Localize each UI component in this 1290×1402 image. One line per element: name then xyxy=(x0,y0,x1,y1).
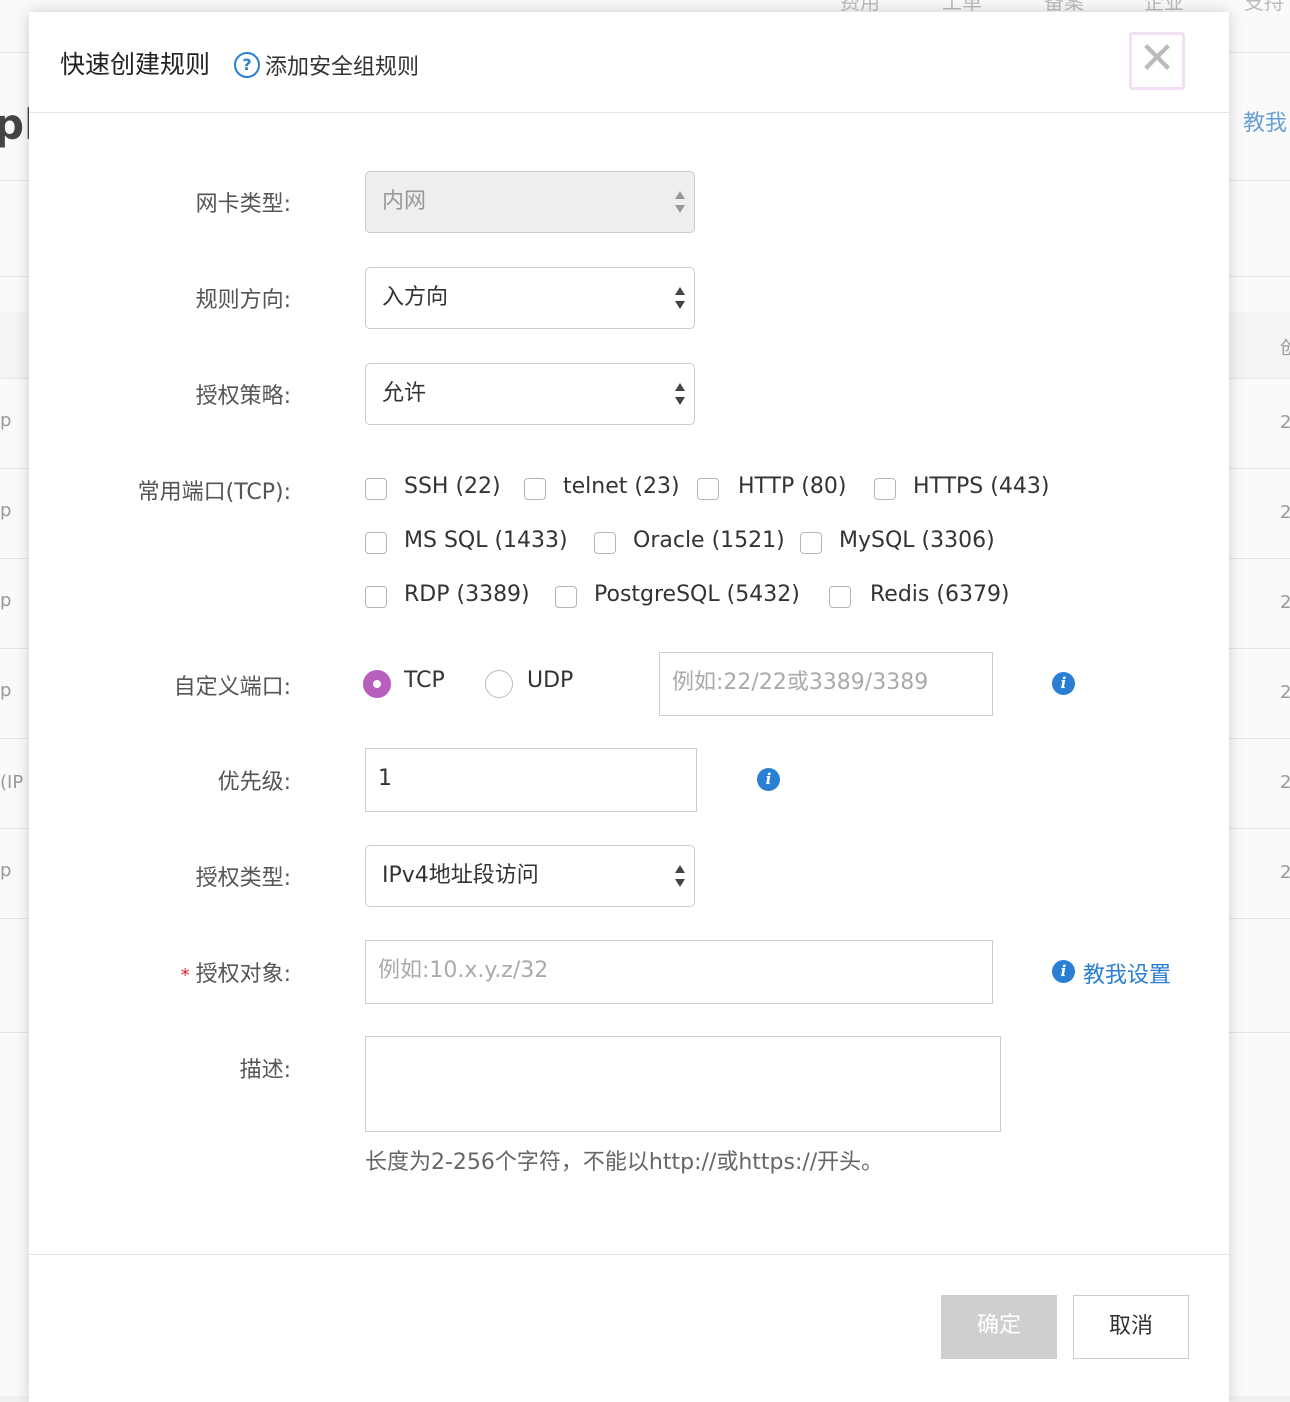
description-label: 描述: xyxy=(239,1058,291,1083)
auth-type-select[interactable]: IPv4地址段访问 xyxy=(365,845,695,907)
nav-item-support[interactable]: 支持 xyxy=(1244,0,1284,15)
port-checkbox-https[interactable] xyxy=(874,478,896,500)
footer-divider xyxy=(29,1254,1229,1255)
port-checkbox-mysql[interactable] xyxy=(800,532,822,554)
policy-label: 授权策略: xyxy=(195,384,291,409)
dialog-title: 快速创建规则 xyxy=(60,50,211,79)
port-label-rdp: RDP (3389) xyxy=(404,582,530,607)
custom-port-info-icon[interactable]: i xyxy=(1052,672,1075,695)
description-textarea[interactable] xyxy=(365,1036,1001,1132)
background-cell: 2 xyxy=(1280,502,1290,523)
port-checkbox-mssql[interactable] xyxy=(365,532,387,554)
port-label-http: HTTP (80) xyxy=(738,474,847,499)
auth-object-label: 授权对象: xyxy=(195,962,291,987)
port-label-oracle: Oracle (1521) xyxy=(633,528,785,553)
teach-info-icon[interactable]: i xyxy=(1052,960,1075,983)
teach-me-setup-link[interactable]: 教我设置 xyxy=(1083,957,1171,989)
select-arrows-icon xyxy=(675,865,685,887)
nic-type-label: 网卡类型: xyxy=(195,192,291,217)
port-label-mysql: MySQL (3306) xyxy=(839,528,995,553)
port-checkbox-http[interactable] xyxy=(697,478,719,500)
policy-select[interactable]: 允许 xyxy=(365,363,695,425)
direction-select[interactable]: 入方向 xyxy=(365,267,695,329)
direction-value: 入方向 xyxy=(382,285,449,310)
nic-type-value: 内网 xyxy=(382,189,427,214)
port-checkbox-postgresql[interactable] xyxy=(555,586,577,608)
udp-radio[interactable] xyxy=(485,670,513,698)
auth-object-label-row: * 授权对象: xyxy=(29,956,291,988)
port-label-postgresql: PostgreSQL (5432) xyxy=(594,582,800,607)
select-arrows-icon xyxy=(675,287,685,309)
background-cell: 2 xyxy=(1280,592,1290,613)
help-icon[interactable]: ? xyxy=(234,52,260,78)
auth-type-label: 授权类型: xyxy=(195,866,291,891)
priority-input[interactable]: 1 xyxy=(365,748,697,812)
port-label-redis: Redis (6379) xyxy=(870,582,1010,607)
background-teach-link[interactable]: 教我 xyxy=(1243,105,1287,137)
close-icon[interactable]: ✕ xyxy=(1129,32,1185,90)
port-checkbox-oracle[interactable] xyxy=(594,532,616,554)
nic-type-select: 内网 xyxy=(365,171,695,233)
custom-port-input[interactable]: 例如:22/22或3389/3389 xyxy=(659,652,993,716)
select-arrows-icon xyxy=(675,191,685,213)
background-cell: p xyxy=(0,590,12,611)
background-cell: 2 xyxy=(1280,412,1290,433)
tcp-radio[interactable] xyxy=(363,670,391,698)
common-ports-label: 常用端口(TCP): xyxy=(137,480,291,505)
background-cell: p xyxy=(0,410,12,431)
custom-port-label: 自定义端口: xyxy=(173,675,291,700)
dialog-header: 快速创建规则 ? 添加安全组规则 ✕ xyxy=(29,12,1229,113)
background-cell: (IP xyxy=(0,772,24,793)
port-label-mssql: MS SQL (1433) xyxy=(404,528,568,553)
cancel-button[interactable]: 取消 xyxy=(1073,1295,1189,1359)
tcp-radio-label: TCP xyxy=(404,668,445,693)
confirm-button[interactable]: 确定 xyxy=(941,1295,1057,1359)
policy-value: 允许 xyxy=(382,381,427,406)
priority-label: 优先级: xyxy=(217,770,291,795)
description-hint: 长度为2-256个字符，不能以http://或https://开头。 xyxy=(365,1150,884,1175)
add-security-group-rule-link[interactable]: 添加安全组规则 xyxy=(265,49,419,81)
background-cell: p xyxy=(0,500,12,521)
auth-object-input[interactable]: 例如:10.x.y.z/32 xyxy=(365,940,993,1004)
quick-create-rule-dialog: 快速创建规则 ? 添加安全组规则 ✕ 网卡类型: 内网 规则方向: 入方向 授权… xyxy=(29,12,1229,1402)
port-label-telnet: telnet (23) xyxy=(563,474,680,499)
background-cell: p xyxy=(0,860,12,881)
port-checkbox-rdp[interactable] xyxy=(365,586,387,608)
background-cell: 2 xyxy=(1280,772,1290,793)
port-checkbox-ssh[interactable] xyxy=(365,478,387,500)
priority-info-icon[interactable]: i xyxy=(757,768,780,791)
background-cell: 2 xyxy=(1280,862,1290,883)
udp-radio-label: UDP xyxy=(527,668,574,693)
port-label-ssh: SSH (22) xyxy=(404,474,501,499)
background-cell: p xyxy=(0,680,12,701)
direction-label: 规则方向: xyxy=(195,288,291,313)
background-cell: 2 xyxy=(1280,682,1290,703)
background-table-header: 创 xyxy=(1280,338,1290,359)
select-arrows-icon xyxy=(675,383,685,405)
port-checkbox-redis[interactable] xyxy=(829,586,851,608)
required-mark: * xyxy=(180,965,190,986)
port-checkbox-telnet[interactable] xyxy=(524,478,546,500)
auth-type-value: IPv4地址段访问 xyxy=(382,863,539,888)
port-label-https: HTTPS (443) xyxy=(913,474,1050,499)
